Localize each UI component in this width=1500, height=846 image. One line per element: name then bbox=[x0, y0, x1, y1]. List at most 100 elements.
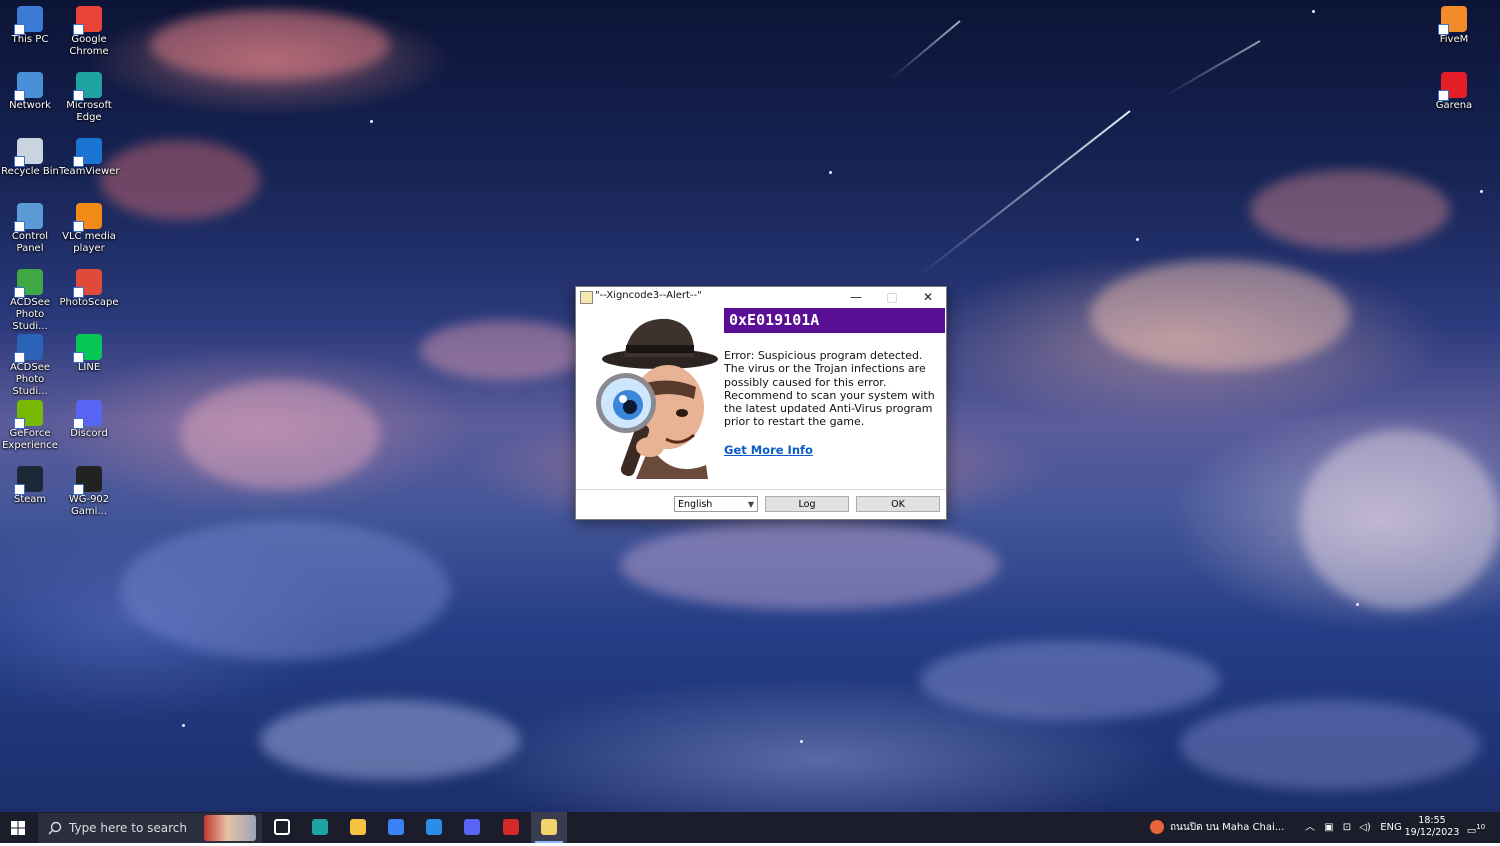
desktop-icon-label: ACDSee Photo Studi... bbox=[10, 297, 50, 332]
desktop-icon-chrome[interactable]: Google Chrome bbox=[59, 6, 119, 58]
clock[interactable]: 18:55 19/12/2023 bbox=[1404, 815, 1460, 839]
windows-logo-icon bbox=[11, 821, 25, 835]
fivem-icon bbox=[1438, 6, 1467, 35]
desktop-icon-label: This PC bbox=[11, 34, 49, 45]
taskbar-app-file-explorer[interactable] bbox=[340, 812, 376, 843]
desktop-icon-acdsee[interactable]: ACDSee Photo Studi... bbox=[0, 334, 60, 398]
desktop-icon-discord[interactable]: Discord bbox=[59, 400, 119, 440]
desktop-icon-geforce[interactable]: GeForce Experience bbox=[0, 400, 60, 452]
log-button[interactable]: Log bbox=[765, 496, 849, 512]
edge-icon bbox=[73, 72, 102, 101]
desktop-icon-label: LINE bbox=[77, 362, 101, 373]
minimize-button[interactable]: — bbox=[838, 287, 874, 307]
chevron-up-icon[interactable]: ︿ bbox=[1303, 812, 1317, 843]
taskbar-app-mail[interactable] bbox=[416, 812, 452, 843]
desktop-icon-label: Control Panel bbox=[11, 231, 49, 254]
taskbar-app-xigncode-alert[interactable] bbox=[531, 812, 567, 843]
clock-date: 19/12/2023 bbox=[1404, 827, 1460, 838]
weather-news-text: ถนนปิด บน Maha Chai... bbox=[1170, 822, 1285, 833]
taskbar: Type here to search ถนนปิด บน Maha Chai.… bbox=[0, 812, 1500, 843]
notepad-icon bbox=[541, 819, 557, 835]
desktop-icon-fivem[interactable]: FiveM bbox=[1424, 6, 1484, 46]
desktop-icon-recycle-bin[interactable]: Recycle Bin bbox=[0, 138, 60, 178]
error-code: 0xE019101A bbox=[724, 308, 945, 333]
discord-icon bbox=[464, 819, 480, 835]
chrome-icon bbox=[73, 6, 102, 35]
desktop-icon-label: WG-902 Gami... bbox=[68, 494, 110, 517]
close-button[interactable]: ✕ bbox=[910, 287, 946, 307]
dialog-separator bbox=[576, 489, 946, 490]
search-icon bbox=[48, 821, 62, 835]
shortcut-arrow-icon bbox=[14, 352, 25, 363]
desktop-icon-steam[interactable]: Steam bbox=[0, 466, 60, 506]
wg902-icon bbox=[73, 466, 102, 495]
network-icon bbox=[14, 72, 43, 101]
desktop-icon-network[interactable]: Network bbox=[0, 72, 60, 112]
start-button[interactable] bbox=[0, 812, 36, 843]
app-icon bbox=[580, 291, 593, 304]
garena-icon bbox=[503, 819, 519, 835]
shortcut-arrow-icon bbox=[73, 156, 84, 167]
task-view-icon bbox=[274, 819, 290, 835]
language-select[interactable]: English ▼ bbox=[674, 496, 758, 512]
teamviewer-icon bbox=[73, 138, 102, 167]
traffic-alert-icon bbox=[1150, 820, 1164, 834]
input-language[interactable]: ENG bbox=[1380, 812, 1402, 843]
xigncode-alert-dialog: "--Xigncode3--Alert--" — □ ✕ 0xE019101A … bbox=[575, 286, 947, 520]
shooting-star bbox=[916, 110, 1131, 279]
vlc-icon bbox=[73, 203, 102, 232]
desktop-icon-label: TeamViewer bbox=[59, 166, 120, 177]
desktop-icon-wg902[interactable]: WG-902 Gami... bbox=[59, 466, 119, 518]
clock-time: 18:55 bbox=[1418, 815, 1446, 826]
shortcut-arrow-icon bbox=[73, 90, 84, 101]
detective-magnifier-image bbox=[596, 318, 718, 479]
desktop-icon-label: Google Chrome bbox=[69, 34, 109, 57]
desktop-icon-label: ACDSee Photo Studi... bbox=[10, 362, 50, 397]
folder-icon bbox=[350, 819, 366, 835]
acdsee-icon bbox=[14, 334, 43, 363]
desktop-icon-label: PhotoScape bbox=[59, 297, 119, 308]
taskbar-app-discord[interactable] bbox=[454, 812, 490, 843]
store-icon bbox=[388, 819, 404, 835]
desktop-icon-acdsee-whats-new[interactable]: ACDSee Photo Studi... bbox=[0, 269, 60, 333]
weather-news-widget[interactable]: ถนนปิด บน Maha Chai... bbox=[1150, 812, 1290, 843]
discord-icon bbox=[73, 400, 102, 429]
desktop-icon-photoscape[interactable]: PhotoScape bbox=[59, 269, 119, 309]
taskbar-app-edge[interactable] bbox=[302, 812, 338, 843]
shortcut-arrow-icon bbox=[73, 287, 84, 298]
desktop-icon-teamviewer[interactable]: TeamViewer bbox=[59, 138, 119, 178]
taskbar-search-box[interactable]: Type here to search bbox=[38, 813, 262, 843]
desktop-icon-control-panel[interactable]: Control Panel bbox=[0, 203, 60, 255]
desktop-icon-line[interactable]: LINE bbox=[59, 334, 119, 374]
get-more-info-link[interactable]: Get More Info bbox=[724, 443, 813, 457]
dialog-titlebar[interactable]: "--Xigncode3--Alert--" — □ ✕ bbox=[576, 287, 946, 307]
maximize-button[interactable]: □ bbox=[874, 287, 910, 307]
error-message: Error: Suspicious program detected. The … bbox=[724, 349, 935, 429]
shortcut-arrow-icon bbox=[14, 90, 25, 101]
desktop-icon-garena[interactable]: Garena bbox=[1424, 72, 1484, 112]
shortcut-arrow-icon bbox=[14, 156, 25, 167]
desktop-icon-label: Recycle Bin bbox=[1, 166, 59, 177]
line-icon bbox=[73, 334, 102, 363]
taskbar-app-task-view[interactable] bbox=[264, 812, 300, 843]
mail-icon bbox=[426, 819, 442, 835]
desktop-icon-label: Steam bbox=[13, 494, 47, 505]
desktop-icon-label: FiveM bbox=[1439, 34, 1469, 45]
taskbar-app-garena[interactable] bbox=[493, 812, 529, 843]
taskbar-app-microsoft-store[interactable] bbox=[378, 812, 414, 843]
desktop-icon-vlc[interactable]: VLC media player bbox=[59, 203, 119, 255]
desktop-icon-label: Network bbox=[9, 100, 51, 111]
network-icon[interactable]: ⊡ bbox=[1340, 812, 1354, 843]
ok-button[interactable]: OK bbox=[856, 496, 940, 512]
desktop-icon-this-pc[interactable]: This PC bbox=[0, 6, 60, 46]
shortcut-arrow-icon bbox=[73, 24, 84, 35]
meet-now-icon[interactable]: ▣ bbox=[1322, 812, 1336, 843]
desktop-icon-edge[interactable]: Microsoft Edge bbox=[59, 72, 119, 124]
speaker-icon[interactable]: ◁) bbox=[1358, 812, 1372, 843]
shortcut-arrow-icon bbox=[1438, 24, 1449, 35]
geforce-icon bbox=[14, 400, 43, 429]
notification-center-button[interactable]: ▭10 bbox=[1466, 812, 1486, 843]
shortcut-arrow-icon bbox=[73, 352, 84, 363]
chevron-down-icon: ▼ bbox=[747, 500, 754, 509]
recycle-bin-icon bbox=[14, 138, 43, 167]
